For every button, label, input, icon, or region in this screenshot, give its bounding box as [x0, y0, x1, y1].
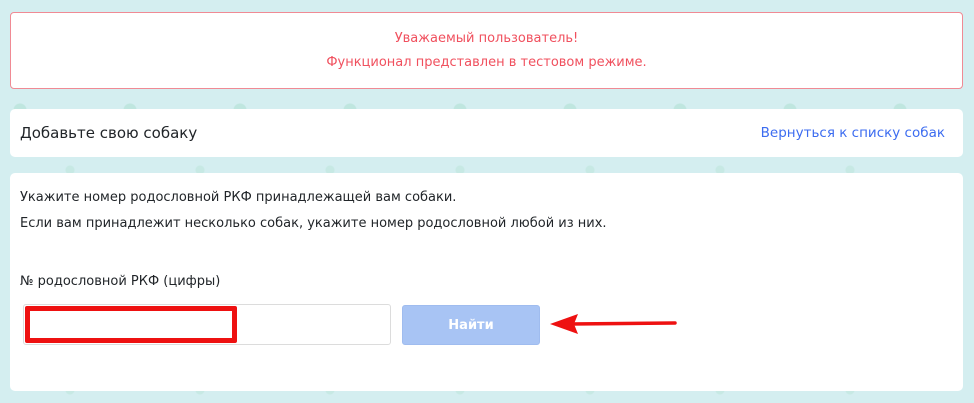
alert-greeting: Уважаемый пользователь!: [394, 31, 579, 46]
add-dog-form: Укажите номер родословной РКФ принадлежа…: [10, 173, 963, 391]
find-button[interactable]: Найти: [402, 305, 540, 345]
page-title: Добавьте свою собаку: [20, 124, 198, 142]
annotation-arrow-icon: [550, 314, 677, 334]
pedigree-field-label: № родословной РКФ (цифры): [20, 274, 221, 289]
back-to-dogs-link[interactable]: Вернуться к списку собак: [761, 125, 945, 141]
pedigree-number-input[interactable]: [23, 304, 391, 345]
alert-message: Функционал представлен в тестовом режиме…: [326, 55, 647, 70]
instruction-text-1: Укажите номер родословной РКФ принадлежа…: [20, 190, 457, 205]
page-header: Добавьте свою собаку Вернуться к списку …: [10, 109, 963, 157]
instruction-text-2: Если вам принадлежит несколько собак, ук…: [20, 216, 607, 231]
test-mode-alert: Уважаемый пользователь! Функционал предс…: [10, 12, 963, 89]
